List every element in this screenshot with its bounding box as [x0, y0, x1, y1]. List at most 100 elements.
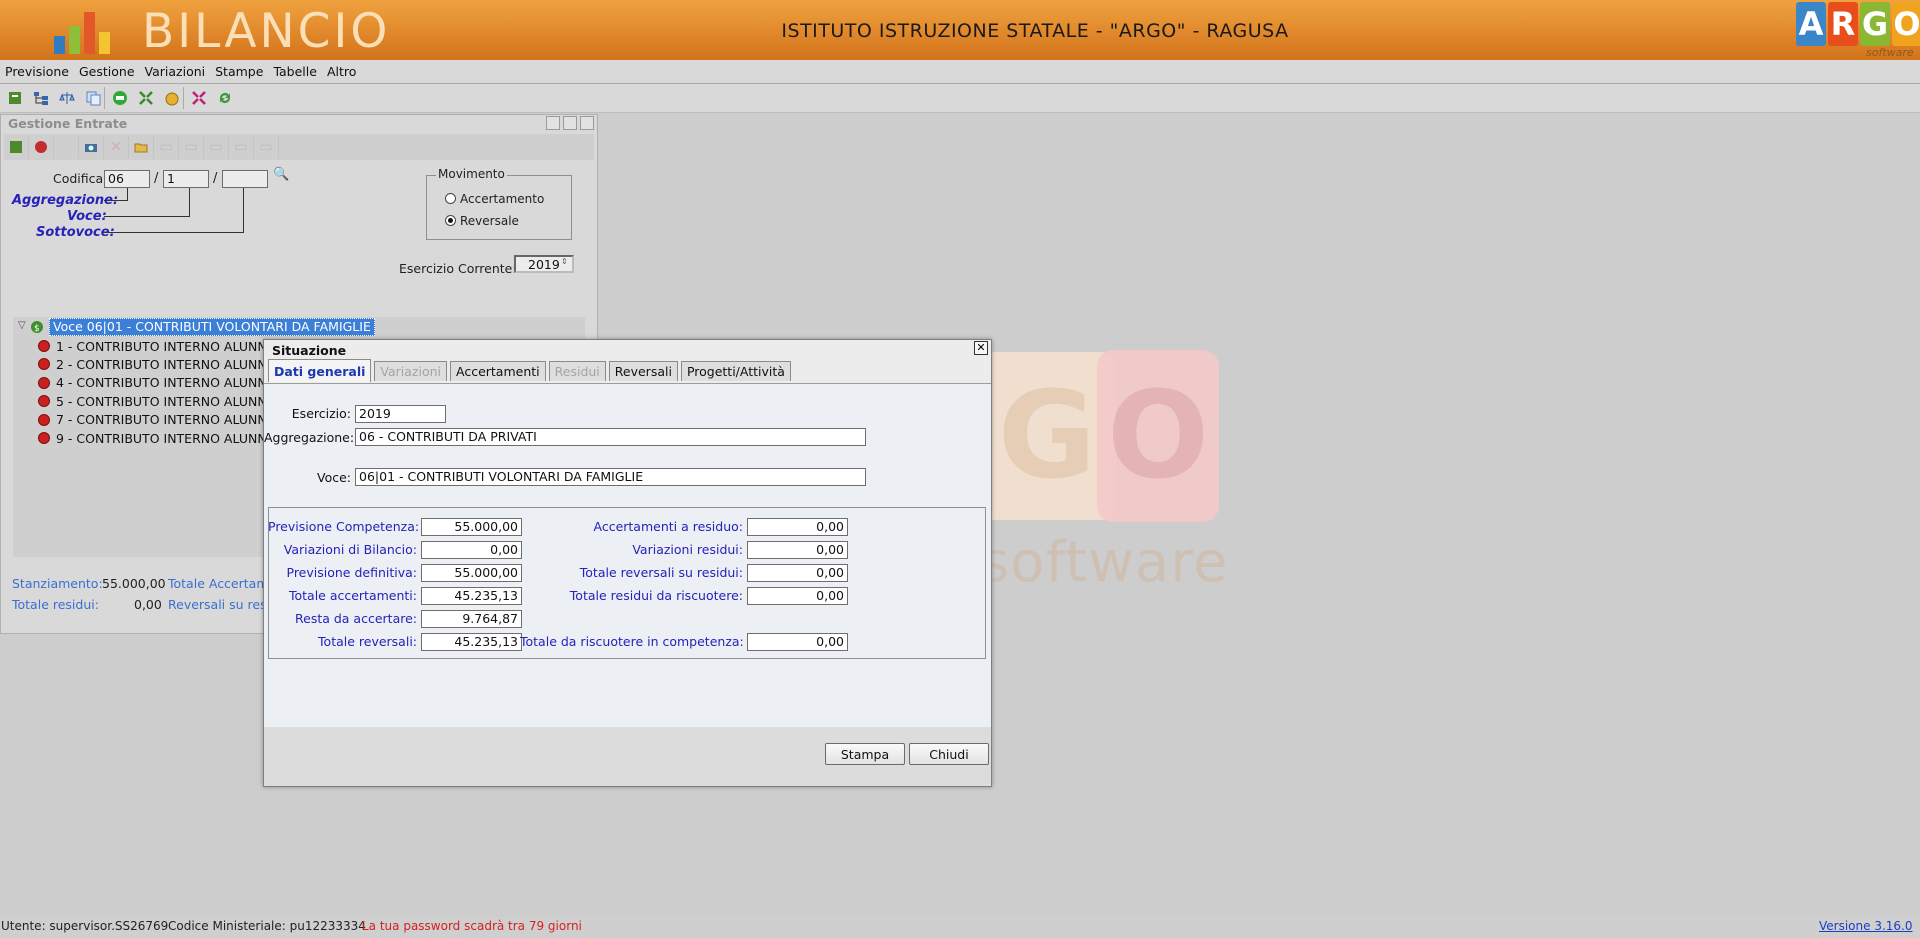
reversale-radio[interactable]	[445, 215, 456, 226]
tree-structure-icon[interactable]	[30, 87, 52, 109]
balance-scale-icon[interactable]	[56, 87, 78, 109]
refresh-icon[interactable]	[214, 87, 236, 109]
connector-line	[243, 188, 244, 233]
tree-root-voce[interactable]: Voce 06|01 - CONTRIBUTI VOLONTARI DA FAM…	[49, 318, 375, 336]
minimize-icon[interactable]	[546, 116, 560, 130]
summary-value-field[interactable]: 0,00	[747, 587, 848, 605]
summary-value-field[interactable]: 0,00	[747, 541, 848, 559]
expand-arrows-icon[interactable]	[135, 87, 157, 109]
maximize-icon[interactable]	[563, 116, 577, 130]
dialog-close-icon[interactable]: ✕	[974, 341, 988, 355]
copy-icon[interactable]	[82, 87, 105, 109]
red-ball-icon	[38, 340, 50, 352]
menu-bar: Previsione Gestione Variazioni Stampe Tabell…	[0, 60, 1920, 84]
summary-value-field[interactable]: 45.235,13	[421, 587, 522, 605]
chiudi-button[interactable]: Chiudi	[909, 743, 989, 765]
tree-item-label: 9 - CONTRIBUTO INTERNO ALUNNI	[56, 430, 271, 446]
red-ball-icon	[38, 358, 50, 371]
tree-item[interactable]: 1 - CONTRIBUTO INTERNO ALUNNI	[38, 337, 270, 355]
summary-value-field[interactable]: 0,00	[421, 541, 522, 559]
voce-field[interactable]: 06|01 - CONTRIBUTI VOLONTARI DA FAMIGLIE	[355, 468, 866, 486]
watermark-letter-o: O	[1097, 350, 1219, 522]
menu-item-gestione[interactable]: Gestione	[74, 64, 140, 79]
summary-value-field[interactable]: 0,00	[747, 518, 848, 536]
camera-icon[interactable]	[79, 135, 104, 159]
window-close-icon[interactable]	[580, 116, 594, 130]
delete-icon[interactable]: ✕	[104, 135, 129, 159]
menu-item-stampe[interactable]: Stampe	[210, 64, 268, 79]
codifica-separator: /	[154, 171, 159, 186]
red-ball-icon	[38, 376, 50, 389]
reversale-label: Reversale	[460, 214, 519, 228]
red-ball-icon[interactable]	[29, 135, 54, 159]
tree-item-label: 2 - CONTRIBUTO INTERNO ALUNNI	[56, 356, 271, 372]
movimento-group	[426, 175, 572, 240]
green-circle-icon[interactable]	[109, 87, 131, 109]
tree-item[interactable]: 4 - CONTRIBUTO INTERNO ALUNNI	[38, 374, 270, 392]
summary-value-field[interactable]: 0,00	[747, 633, 848, 651]
summary-label: Totale residui da riscuotere:	[569, 588, 743, 603]
tree-item[interactable]: 2 - CONTRIBUTO INTERNO ALUNNI	[38, 355, 270, 373]
tree-item[interactable]: 9 - CONTRIBUTO INTERNO ALUNNI	[38, 429, 270, 447]
aggregazione-code-input[interactable]: 06	[104, 170, 150, 188]
version-link[interactable]: Versione 3.16.0	[1819, 919, 1913, 933]
svg-text:$: $	[34, 324, 40, 333]
summary-value-field[interactable]: 0,00	[747, 564, 848, 582]
collapse-arrows-icon[interactable]	[188, 87, 210, 109]
totale-residui-label: Totale residui:	[12, 597, 99, 612]
red-ball-icon	[38, 395, 50, 408]
disabled-tool-icon: ▭	[179, 135, 204, 159]
stanziamento-value: 55.000,00	[102, 576, 166, 591]
accertamento-radio[interactable]	[445, 193, 456, 204]
tree-item-label: 4 - CONTRIBUTO INTERNO ALUNNI	[56, 375, 271, 391]
argo-logo-letter: A	[1796, 2, 1826, 46]
tab-progetti-attivit-[interactable]: Progetti/Attività	[680, 361, 791, 381]
tree-item[interactable]: 5 - CONTRIBUTO INTERNO ALUNNI	[38, 392, 270, 410]
watermark-letter-g: G	[978, 352, 1116, 520]
main-toolbar	[0, 84, 1920, 113]
esercizio-field[interactable]: 2019	[355, 405, 446, 423]
tab-accertamenti[interactable]: Accertamenti	[450, 361, 546, 381]
tab-dati-generali[interactable]: Dati generali	[268, 359, 372, 382]
summary-label: Variazioni di Bilancio:	[283, 542, 417, 557]
disabled-tool-icon: ▭	[154, 135, 179, 159]
summary-value-field[interactable]: 45.235,13	[421, 633, 522, 651]
search-icon[interactable]: 🔍	[273, 167, 289, 182]
summary-label: Resta da accertare:	[295, 611, 417, 626]
tab-reversali[interactable]: Reversali	[608, 361, 678, 381]
argo-logo-letter: O	[1892, 2, 1920, 46]
stampa-button[interactable]: Stampa	[825, 743, 905, 765]
menu-item-altro[interactable]: Altro	[322, 64, 361, 79]
stanziamento-label: Stanziamento:	[12, 576, 103, 591]
totale-accertamenti-label: Totale Accertam	[168, 576, 269, 591]
chevron-down-icon[interactable]: ▽	[18, 320, 26, 331]
spinner-arrows-icon[interactable]: ⇕	[561, 257, 568, 266]
red-ball-icon	[38, 432, 50, 444]
argo-logo-letter: G	[1860, 2, 1890, 46]
aggregazione-field[interactable]: 06 - CONTRIBUTI DA PRIVATI	[355, 428, 866, 446]
summary-value-field[interactable]: 55.000,00	[421, 564, 522, 582]
ledger-icon[interactable]	[4, 87, 26, 109]
summary-label: Previsione definitiva:	[286, 565, 418, 580]
folder-open-icon[interactable]	[129, 135, 154, 159]
argo-logo-subtitle: software	[1866, 46, 1914, 59]
summary-value-field[interactable]: 55.000,00	[421, 518, 522, 536]
summary-value-field[interactable]: 9.764,87	[421, 610, 522, 628]
esercizio-corrente-label: Esercizio Corrente:	[399, 261, 517, 276]
argo-logo: ARGO	[1796, 2, 1920, 48]
menu-item-previsione[interactable]: Previsione	[0, 64, 74, 79]
menu-item-tabelle[interactable]: Tabelle	[268, 64, 322, 79]
watermark-text: software	[980, 530, 1229, 595]
tree-item[interactable]: 7 - CONTRIBUTO INTERNO ALUNNI	[38, 411, 270, 429]
tree-item-label: 1 - CONTRIBUTO INTERNO ALUNNI	[56, 338, 271, 354]
ledger-icon[interactable]	[4, 135, 29, 159]
voce-code-input[interactable]: 1	[163, 170, 209, 188]
menu-item-variazioni[interactable]: Variazioni	[140, 64, 211, 79]
tree-item-label: 7 - CONTRIBUTO INTERNO ALUNNI	[56, 412, 271, 428]
coins-icon[interactable]	[161, 87, 184, 109]
summary-label: Totale accertamenti:	[288, 588, 417, 603]
summary-label: Totale reversali:	[318, 634, 417, 649]
connector-line	[189, 188, 190, 217]
blank-icon	[54, 135, 79, 159]
sottovoce-code-input[interactable]	[222, 170, 268, 188]
